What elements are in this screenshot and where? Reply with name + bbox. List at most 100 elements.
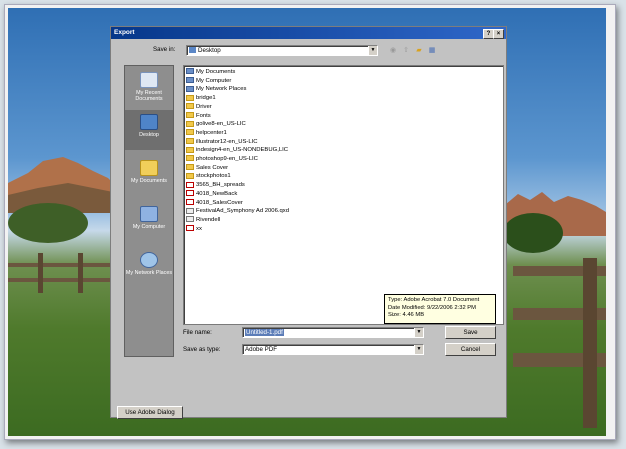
place-label: My Recent Documents <box>135 90 163 102</box>
my-documents-icon <box>140 160 158 176</box>
place-desktop[interactable]: Desktop <box>125 110 173 150</box>
tooltip-date: Date Modified: 9/22/2006 2:32 PM <box>388 304 476 311</box>
up-folder-icon[interactable]: ⇧ <box>401 46 411 55</box>
file-name-text: golive8-en_US-LIC <box>196 121 246 128</box>
dialog-titlebar: Export ? × <box>111 27 506 39</box>
file-list-item[interactable]: xx <box>186 225 202 234</box>
folder-icon <box>186 146 194 153</box>
system-folder-icon <box>186 85 194 92</box>
desktop-icon <box>140 114 158 130</box>
place-label: My Network Places <box>125 270 173 276</box>
file-name-text: 3565_BH_spreads <box>196 182 245 189</box>
place-label: Desktop <box>139 132 159 138</box>
dialog-title: Export <box>114 29 135 36</box>
fence-rail <box>8 263 118 267</box>
file-list-item[interactable]: Fonts <box>186 111 211 121</box>
recent-documents-icon <box>140 72 158 88</box>
file-icon <box>186 207 194 214</box>
file-list-item[interactable]: My Computer <box>186 77 231 86</box>
file-list-item[interactable]: My Documents <box>186 68 235 77</box>
view-menu-icon[interactable]: ▦ <box>427 46 437 55</box>
fence-post <box>78 253 83 293</box>
file-list-item[interactable]: photoshop9-en_US-LIC <box>186 155 258 164</box>
save-in-value: Desktop <box>198 47 221 54</box>
use-adobe-dialog-button[interactable]: Use Adobe Dialog <box>117 406 183 419</box>
folder-icon <box>186 120 194 127</box>
file-list-item[interactable]: Rivendell <box>186 216 220 225</box>
place-my-documents[interactable]: My Documents <box>125 156 173 196</box>
back-icon[interactable]: ◉ <box>388 46 398 55</box>
file-name-label: File name: <box>183 329 212 336</box>
folder-icon <box>186 111 194 118</box>
file-list-item[interactable]: FestivalAd_Symphony Ad 2006.qxd <box>186 207 289 216</box>
file-name-text: Sales Cover <box>196 164 229 171</box>
pdf-file-icon <box>186 198 194 205</box>
file-list-item[interactable]: stockphotos1 <box>186 172 231 181</box>
close-button[interactable]: × <box>493 29 504 39</box>
fence-post <box>38 253 43 293</box>
file-list-item[interactable]: My Network Places <box>186 85 246 94</box>
file-list-item[interactable]: indesign4-en_US-NONDEBUG,LIC <box>186 146 288 155</box>
place-recent-documents[interactable]: My Recent Documents <box>125 68 173 108</box>
folder-icon <box>186 138 194 145</box>
file-name-text: My Network Places <box>196 86 247 93</box>
file-name-text: 4018_SalesCover <box>196 199 243 206</box>
file-name-text: indesign4-en_US-NONDEBUG,LIC <box>196 147 288 154</box>
system-folder-icon <box>186 77 194 84</box>
chevron-down-icon[interactable]: ▼ <box>414 345 423 354</box>
tooltip-size: Size: 4.46 MB <box>388 312 425 318</box>
file-list-item[interactable]: 3565_BH_spreads <box>186 181 245 190</box>
file-name-text: helpcenter1 <box>196 129 227 136</box>
file-list-item[interactable]: 4018_NewBack <box>186 190 237 199</box>
file-name-text: 4018_NewBack <box>196 190 238 197</box>
new-folder-icon[interactable]: ▰ <box>414 46 424 55</box>
file-name-text: Driver <box>196 103 212 110</box>
tooltip-type: Type: Adobe Acrobat 7.0 Document <box>388 297 480 303</box>
save-as-type-dropdown[interactable]: Adobe PDF ▼ <box>242 344 424 355</box>
save-in-dropdown[interactable]: Desktop ▼ <box>186 45 378 56</box>
file-icon <box>186 216 194 223</box>
cancel-button[interactable]: Cancel <box>445 343 496 356</box>
file-list-item[interactable]: helpcenter1 <box>186 129 227 138</box>
file-name-value: Untitled-1.pdf <box>245 329 284 336</box>
save-button[interactable]: Save <box>445 326 496 339</box>
file-name-text: bridge1 <box>196 95 216 102</box>
place-network-places[interactable]: My Network Places <box>125 248 173 288</box>
my-computer-icon <box>140 206 158 222</box>
file-list-item[interactable]: illustrator12-en_US-LIC <box>186 138 258 147</box>
file-list-item[interactable]: bridge1 <box>186 94 216 103</box>
pdf-file-icon <box>186 181 194 188</box>
folder-icon <box>186 172 194 179</box>
folder-icon <box>186 155 194 162</box>
file-list[interactable]: My Documents My Computer My Network Places… <box>183 65 504 325</box>
file-name-text: Rivendell <box>196 216 221 223</box>
file-name-field[interactable]: Untitled-1.pdf ▼ <box>242 327 424 338</box>
file-name-text: My Computer <box>196 77 232 84</box>
places-bar: My Recent Documents Desktop My Documents… <box>124 65 174 357</box>
save-as-type-label: Save as type: <box>183 346 221 353</box>
fence-post <box>583 258 597 428</box>
file-list-item[interactable]: golive8-en_US-LIC <box>186 120 246 129</box>
chevron-down-icon[interactable]: ▼ <box>368 46 377 55</box>
file-list-item[interactable]: 4018_SalesCover <box>186 198 243 208</box>
file-list-item[interactable]: Driver <box>186 103 212 112</box>
folder-icon <box>186 164 194 171</box>
system-folder-icon <box>186 68 194 75</box>
save-as-type-value: Adobe PDF <box>245 346 277 353</box>
file-tooltip: Type: Adobe Acrobat 7.0 Document Date Mo… <box>384 294 496 324</box>
file-name-text: My Documents <box>196 69 236 75</box>
chevron-down-icon[interactable]: ▼ <box>414 328 423 337</box>
tree <box>8 203 88 243</box>
left-mountain <box>8 157 118 213</box>
file-name-text: FestivalAd_Symphony Ad 2006.qxd <box>196 208 289 215</box>
file-name-text: photoshop9-en_US-LIC <box>196 156 258 162</box>
place-my-computer[interactable]: My Computer <box>125 202 173 242</box>
file-name-text: Fonts <box>196 112 211 119</box>
place-label: My Documents <box>131 178 167 184</box>
save-in-label: Save in: <box>153 46 176 53</box>
fence-rail <box>8 278 118 282</box>
export-dialog: Export ? × Save in: Desktop ▼ ◉ ⇧ ▰ ▦ My… <box>110 26 507 419</box>
file-name-text: stockphotos1 <box>196 173 231 180</box>
file-list-item[interactable]: Sales Cover <box>186 164 228 173</box>
pdf-file-icon <box>186 225 194 232</box>
